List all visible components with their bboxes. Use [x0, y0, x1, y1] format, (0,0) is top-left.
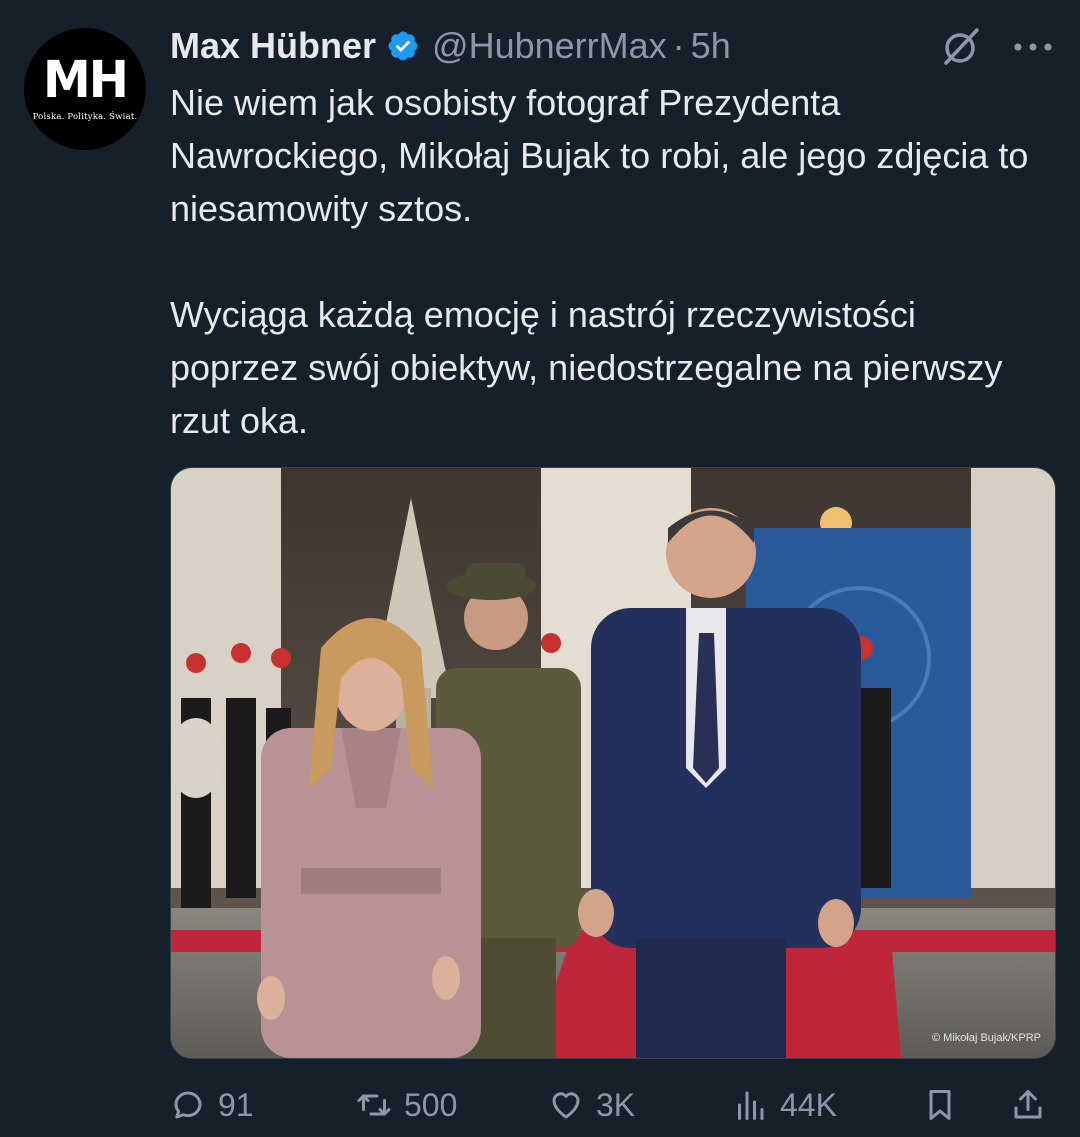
tweet-paragraph-1: Nie wiem jak osobisty fotograf Prezydent…: [170, 82, 1029, 229]
repost-button[interactable]: 500: [356, 1080, 457, 1130]
reply-count: 91: [218, 1086, 254, 1123]
reply-button[interactable]: 91: [170, 1080, 254, 1130]
verified-badge-icon[interactable]: [386, 29, 420, 63]
more-icon[interactable]: [1012, 40, 1054, 54]
avatar-monogram: MH: [43, 50, 129, 110]
tweet-timestamp[interactable]: 5h: [691, 25, 731, 67]
photo-illustration: [171, 468, 1055, 1058]
views-icon: [738, 1091, 764, 1120]
action-bar: 91 500 3K 44K: [170, 1080, 1054, 1130]
tweet-header: Max Hübner @HubnerrMax · 5h: [170, 24, 731, 68]
author-handle[interactable]: @HubnerrMax: [432, 25, 667, 67]
share-button[interactable]: [1010, 1080, 1046, 1130]
views-button[interactable]: 44K: [732, 1080, 837, 1130]
views-count: 44K: [780, 1086, 837, 1123]
avatar-tagline: Polska. Polityka. Świat.: [32, 112, 138, 122]
tweet-text: Nie wiem jak osobisty fotograf Prezydent…: [170, 76, 1050, 447]
like-button[interactable]: 3K: [548, 1080, 635, 1130]
heart-icon: [552, 1092, 580, 1119]
grok-icon[interactable]: [940, 26, 982, 68]
like-count: 3K: [596, 1086, 636, 1123]
avatar[interactable]: MH Polska. Polityka. Świat.: [24, 28, 146, 150]
repost-count: 500: [404, 1086, 458, 1123]
repost-icon: [357, 1094, 391, 1116]
tweet-paragraph-2: Wyciąga każdą emocję i nastrój rzeczywis…: [170, 294, 1003, 441]
bookmark-button[interactable]: [922, 1080, 958, 1130]
share-icon: [1014, 1090, 1042, 1119]
tweet-photo[interactable]: © Mikołaj Bujak/KPRP: [170, 467, 1056, 1059]
reply-icon: [174, 1091, 202, 1119]
photo-credit: © Mikołaj Bujak/KPRP: [932, 1032, 1041, 1044]
separator-dot: ·: [672, 25, 685, 66]
author-name[interactable]: Max Hübner: [170, 25, 376, 67]
bookmark-icon: [929, 1090, 951, 1120]
